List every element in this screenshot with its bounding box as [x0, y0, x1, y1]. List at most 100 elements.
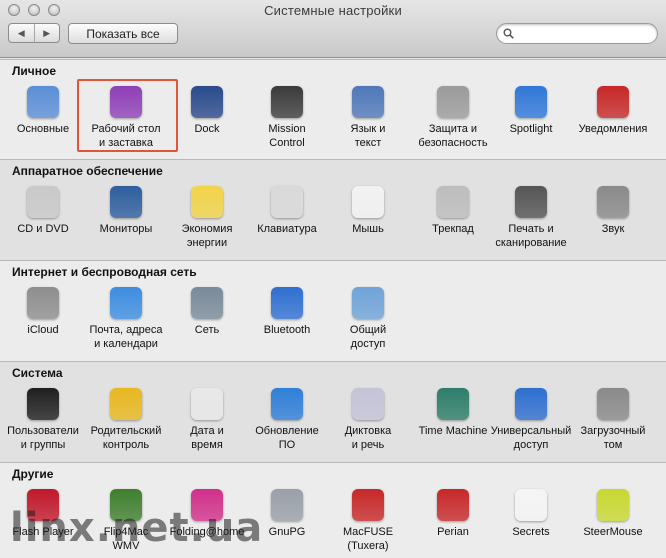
- section-title: Система: [12, 366, 63, 380]
- disc-icon: [27, 186, 59, 218]
- users-icon: [27, 388, 59, 420]
- pane-mouse[interactable]: Мышь: [327, 186, 409, 264]
- pane-label: Звук: [601, 223, 625, 235]
- pane-label: Дата и время: [190, 425, 224, 451]
- speaker-icon: [597, 186, 629, 218]
- pane-keyboard[interactable]: Клавиатура: [246, 186, 328, 264]
- folder-icon: [352, 287, 384, 319]
- pane-spotlight[interactable]: Spotlight: [490, 86, 572, 164]
- pane-mail-contacts[interactable]: Почта, адреса и календари: [85, 287, 167, 365]
- mouse-icon: [352, 186, 384, 218]
- calendar-icon: [191, 388, 223, 420]
- pane-sound[interactable]: Звук: [572, 186, 654, 264]
- chevron-right-icon: ▶: [43, 27, 51, 38]
- pane-security-privacy[interactable]: Защита и безопасность: [412, 86, 494, 164]
- pane-secrets[interactable]: Secrets: [490, 489, 572, 558]
- pane-label: Mission Control: [268, 123, 306, 149]
- section-title: Аппаратное обеспечение: [12, 164, 163, 178]
- pane-bluetooth[interactable]: Bluetooth: [246, 287, 328, 365]
- disk-icon: [597, 388, 629, 420]
- pane-print-scan[interactable]: Печать и сканирование: [490, 186, 572, 264]
- printer-icon: [515, 186, 547, 218]
- pane-time-machine[interactable]: Time Machine: [412, 388, 494, 466]
- pane-perian[interactable]: Perian: [412, 489, 494, 558]
- pane-network[interactable]: Сеть: [166, 287, 248, 365]
- lock-icon: [271, 489, 303, 521]
- pane-icloud[interactable]: iCloud: [2, 287, 84, 365]
- pane-label: Пользователи и группы: [7, 425, 79, 451]
- pane-label: Уведомления: [578, 123, 648, 135]
- pane-displays[interactable]: Мониторы: [85, 186, 167, 264]
- pane-users-groups[interactable]: Пользователи и группы: [2, 388, 84, 466]
- pane-label: Perian: [437, 526, 469, 538]
- macfuse-icon: [352, 489, 384, 521]
- pane-parental-controls[interactable]: Родительский контроль: [85, 388, 167, 466]
- pane-macfuse[interactable]: MacFUSE (Tuxera): [327, 489, 409, 558]
- pane-label: Почта, адреса и календари: [89, 324, 163, 350]
- pane-steermouse[interactable]: SteerMouse: [572, 489, 654, 558]
- chevron-left-icon: ◀: [17, 27, 25, 38]
- pane-label: Time Machine: [418, 425, 488, 437]
- back-button[interactable]: ◀: [9, 24, 35, 42]
- pane-label: Мониторы: [99, 223, 153, 235]
- pane-label: Печать и сканирование: [495, 223, 567, 249]
- pane-general[interactable]: Основные: [2, 86, 84, 164]
- secrets-icon: [515, 489, 547, 521]
- pane-label: Язык и текст: [350, 123, 386, 149]
- pane-sharing[interactable]: Общий доступ: [327, 287, 409, 365]
- magnifier-icon: [515, 86, 547, 118]
- pane-label: Загрузочный том: [580, 425, 646, 451]
- search-icon: [503, 28, 514, 39]
- pane-label: Универсальный доступ: [490, 425, 572, 451]
- pane-mission-control[interactable]: Mission Control: [246, 86, 328, 164]
- pane-label: Общий доступ: [349, 324, 387, 350]
- update-icon: [271, 388, 303, 420]
- pane-label: Spotlight: [509, 123, 553, 135]
- search-input[interactable]: [496, 23, 658, 44]
- section-title: Интернет и беспроводная сеть: [12, 265, 197, 279]
- section-title: Другие: [12, 467, 54, 481]
- pane-software-update[interactable]: Обновление ПО: [246, 388, 328, 466]
- window-title: Системные настройки: [264, 3, 402, 18]
- pane-startup-disk[interactable]: Загрузочный том: [572, 388, 654, 466]
- flag-icon: [352, 86, 384, 118]
- pane-label: MacFUSE (Tuxera): [342, 526, 394, 552]
- mission-control-icon: [271, 86, 303, 118]
- system-preferences-window: Системные настройки ◀ ▶ Показать все Лич…: [0, 0, 666, 558]
- pane-trackpad[interactable]: Трекпад: [412, 186, 494, 264]
- section-title: Личное: [12, 64, 57, 78]
- pane-label: Secrets: [512, 526, 550, 538]
- microphone-icon: [352, 388, 384, 420]
- pane-label: CD и DVD: [17, 223, 69, 235]
- pane-energy-saver[interactable]: Экономия энергии: [166, 186, 248, 264]
- pane-label: Родительский контроль: [90, 425, 162, 451]
- globe-icon: [191, 287, 223, 319]
- pane-label: Обновление ПО: [255, 425, 319, 451]
- pane-date-time[interactable]: Дата и время: [166, 388, 248, 466]
- trackpad-icon: [437, 186, 469, 218]
- pane-label: iCloud: [27, 324, 59, 336]
- section-4: Система Пользователи и группы Родительский к…: [0, 361, 666, 462]
- pane-label: Клавиатура: [257, 223, 317, 235]
- section-3: Интернет и беспроводная сеть iCloud Почта,…: [0, 260, 666, 361]
- pane-label: Основные: [16, 123, 70, 135]
- pane-dictation-speech[interactable]: Диктовка и речь: [327, 388, 409, 466]
- perian-icon: [437, 489, 469, 521]
- lightbulb-icon: [191, 186, 223, 218]
- pane-label: SteerMouse: [583, 526, 643, 538]
- show-all-button[interactable]: Показать все: [68, 23, 178, 44]
- house-icon: [437, 86, 469, 118]
- pane-language-text[interactable]: Язык и текст: [327, 86, 409, 164]
- pane-accessibility[interactable]: Универсальный доступ: [490, 388, 572, 466]
- time-machine-icon: [437, 388, 469, 420]
- pane-dock[interactable]: Dock: [166, 86, 248, 164]
- pane-label: Мышь: [352, 223, 384, 235]
- forward-button[interactable]: ▶: [35, 24, 60, 42]
- pane-label: Диктовка и речь: [344, 425, 392, 451]
- watermark: linx.net.ua: [10, 505, 264, 551]
- highlight-frame: [77, 79, 178, 152]
- pane-label: Экономия энергии: [181, 223, 233, 249]
- pane-cd-dvd[interactable]: CD и DVD: [2, 186, 84, 264]
- pane-notifications[interactable]: Уведомления: [572, 86, 654, 164]
- accessibility-icon: [515, 388, 547, 420]
